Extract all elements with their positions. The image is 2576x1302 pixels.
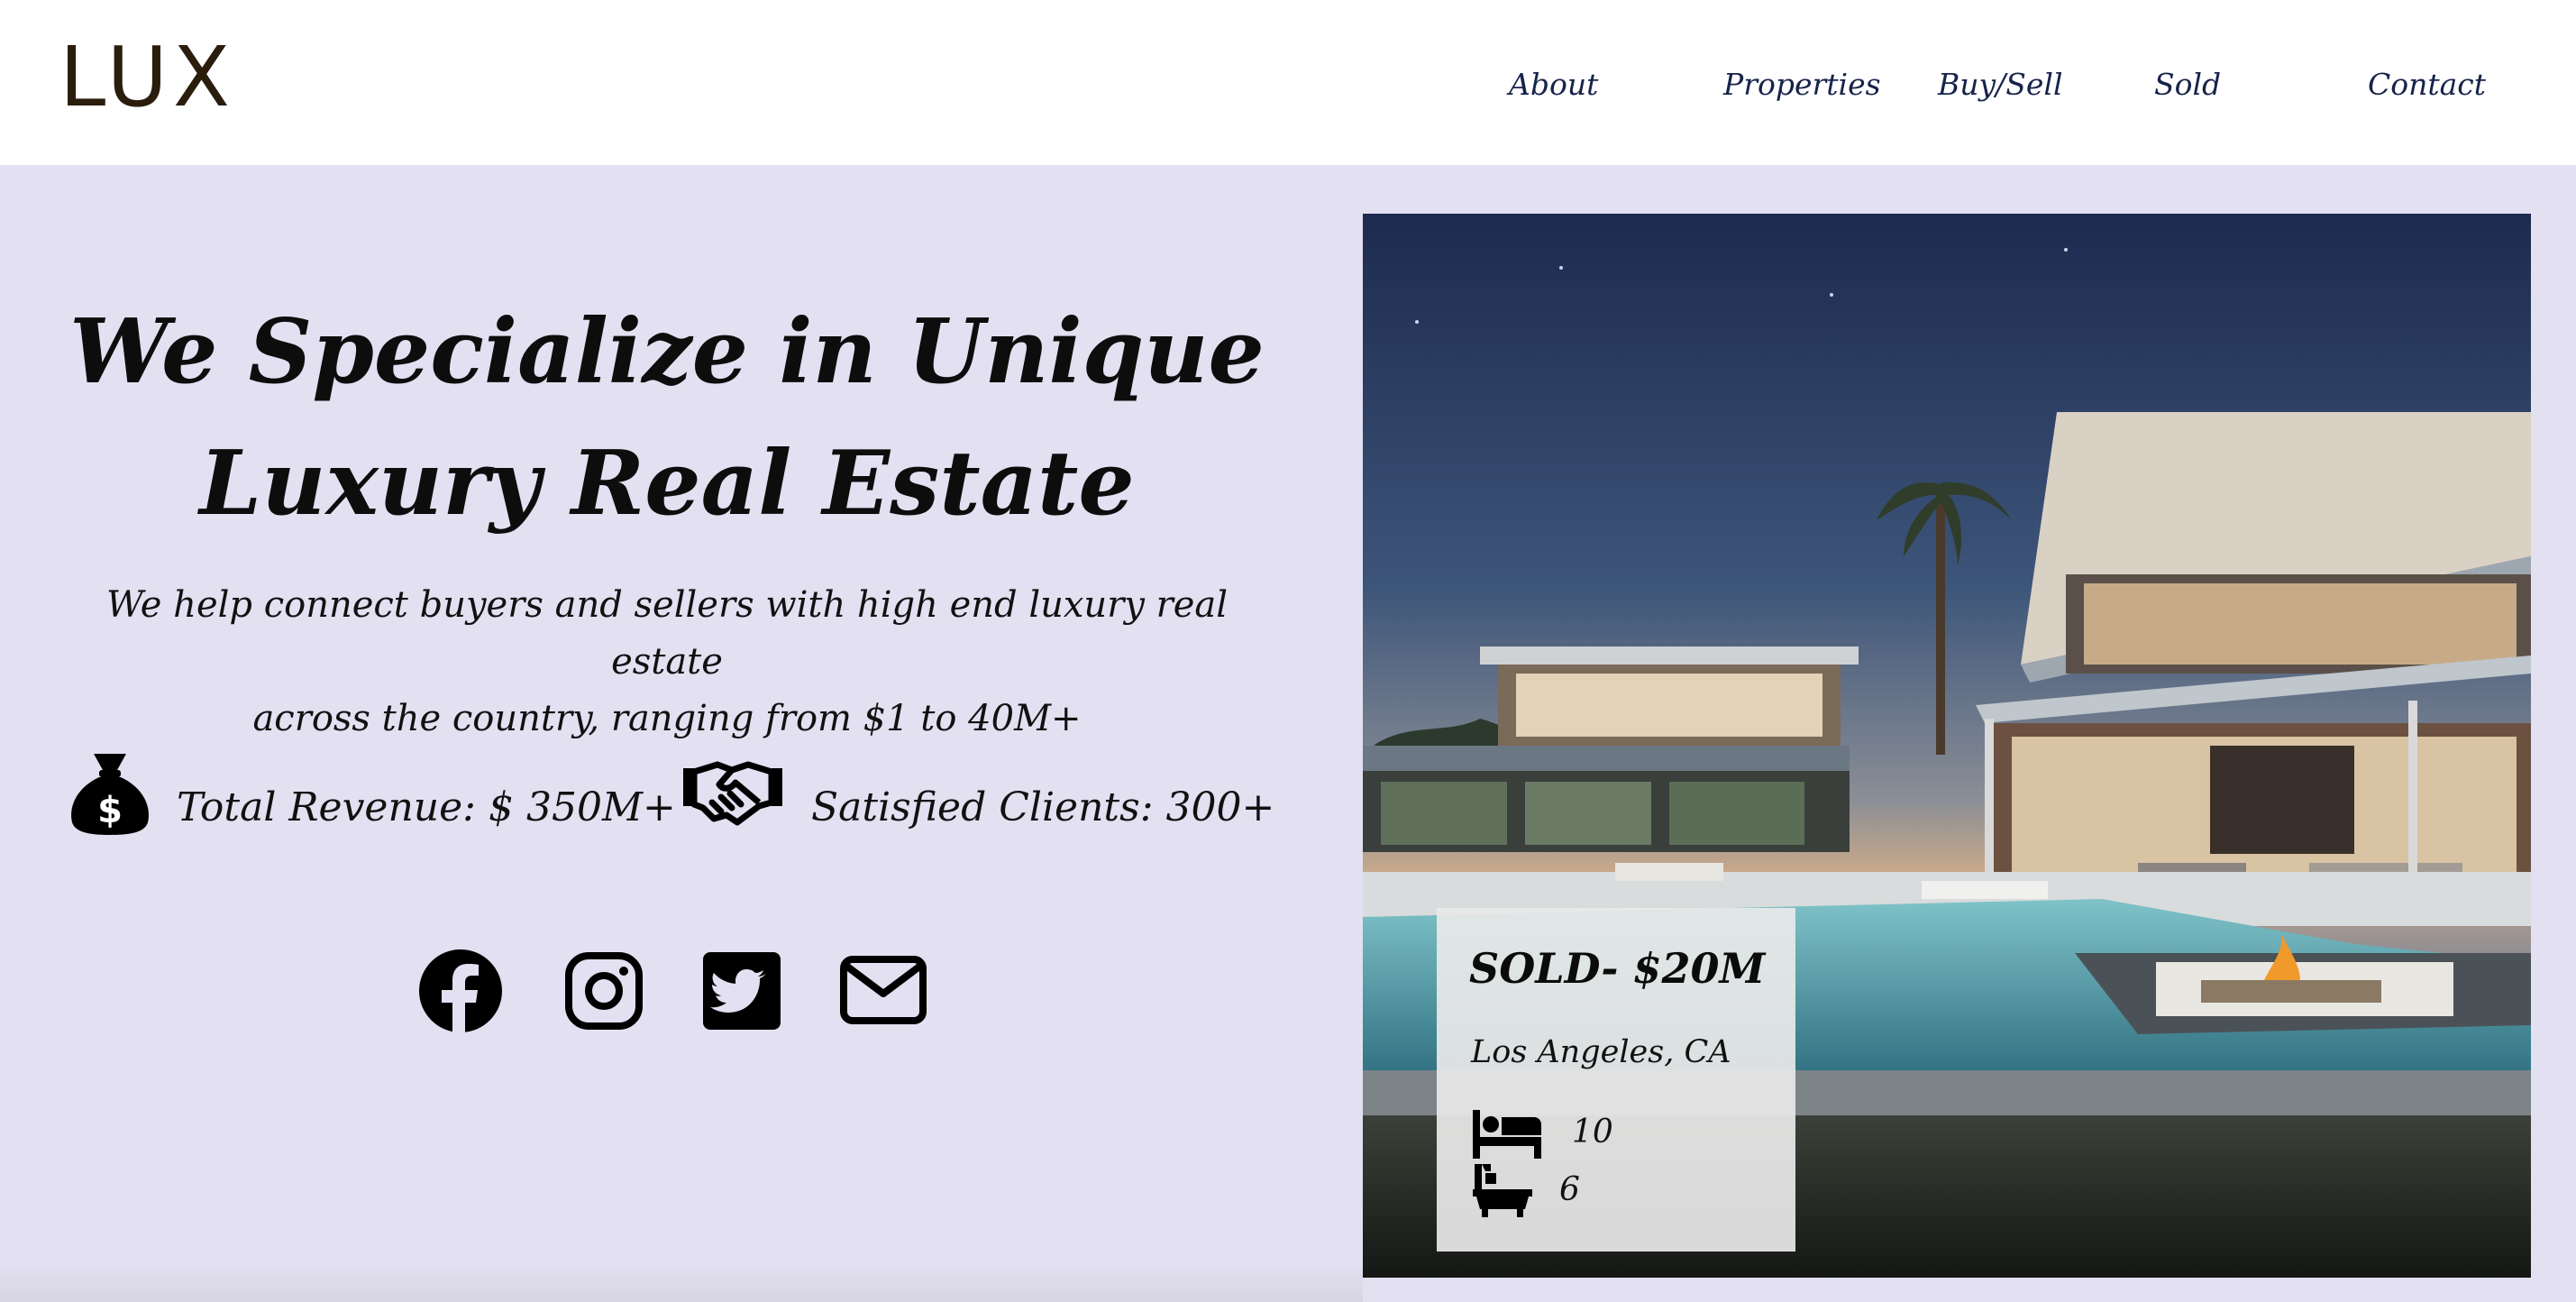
listing-bathrooms: 6 bbox=[1559, 1171, 1580, 1208]
hero-subtitle-line-2: across the country, ranging from $1 to 4… bbox=[252, 698, 1082, 739]
email-icon[interactable] bbox=[840, 956, 927, 1028]
facebook-icon[interactable] bbox=[418, 949, 503, 1037]
listing-location: Los Angeles, CA bbox=[1471, 1034, 1731, 1070]
bed-icon bbox=[1471, 1108, 1543, 1164]
stat-satisfied-clients: Satisfied Clients: 300+ bbox=[811, 784, 1275, 830]
listing-price: SOLD- $20M bbox=[1469, 944, 1766, 993]
hero-title-line-2: Luxury Real Estate bbox=[199, 432, 1135, 536]
page-bottom-shadow bbox=[0, 1262, 1363, 1302]
listing-card[interactable]: SOLD- $20M Los Angeles, CA 10 6 bbox=[1437, 908, 1795, 1252]
stat-total-revenue: Total Revenue: $ 350M+ bbox=[177, 784, 676, 830]
instagram-icon[interactable] bbox=[565, 952, 643, 1033]
nav-properties[interactable]: Properties bbox=[1723, 67, 1881, 103]
hero-title-line-1: We Specialize in Unique bbox=[69, 300, 1265, 404]
money-bag-icon: $ bbox=[69, 752, 151, 839]
site-logo[interactable]: LUX bbox=[59, 36, 235, 119]
nav-sold[interactable]: Sold bbox=[2154, 67, 2221, 103]
site-header: LUX About Properties Buy/Sell Sold Conta… bbox=[0, 0, 2576, 165]
bathtub-icon bbox=[1473, 1162, 1532, 1222]
nav-contact[interactable]: Contact bbox=[2368, 67, 2486, 103]
hero-subtitle-line-1: We help connect buyers and sellers with … bbox=[105, 584, 1229, 683]
svg-text:$: $ bbox=[97, 790, 123, 831]
twitter-icon[interactable] bbox=[703, 952, 781, 1033]
hero-subtitle: We help connect buyers and sellers with … bbox=[72, 577, 1262, 747]
hero-title: We Specialize in Unique Luxury Real Esta… bbox=[36, 287, 1298, 550]
nav-about[interactable]: About bbox=[1509, 67, 1598, 103]
listing-bedrooms: 10 bbox=[1572, 1114, 1613, 1151]
handshake-icon bbox=[681, 759, 784, 830]
nav-buy-sell[interactable]: Buy/Sell bbox=[1938, 67, 2063, 103]
